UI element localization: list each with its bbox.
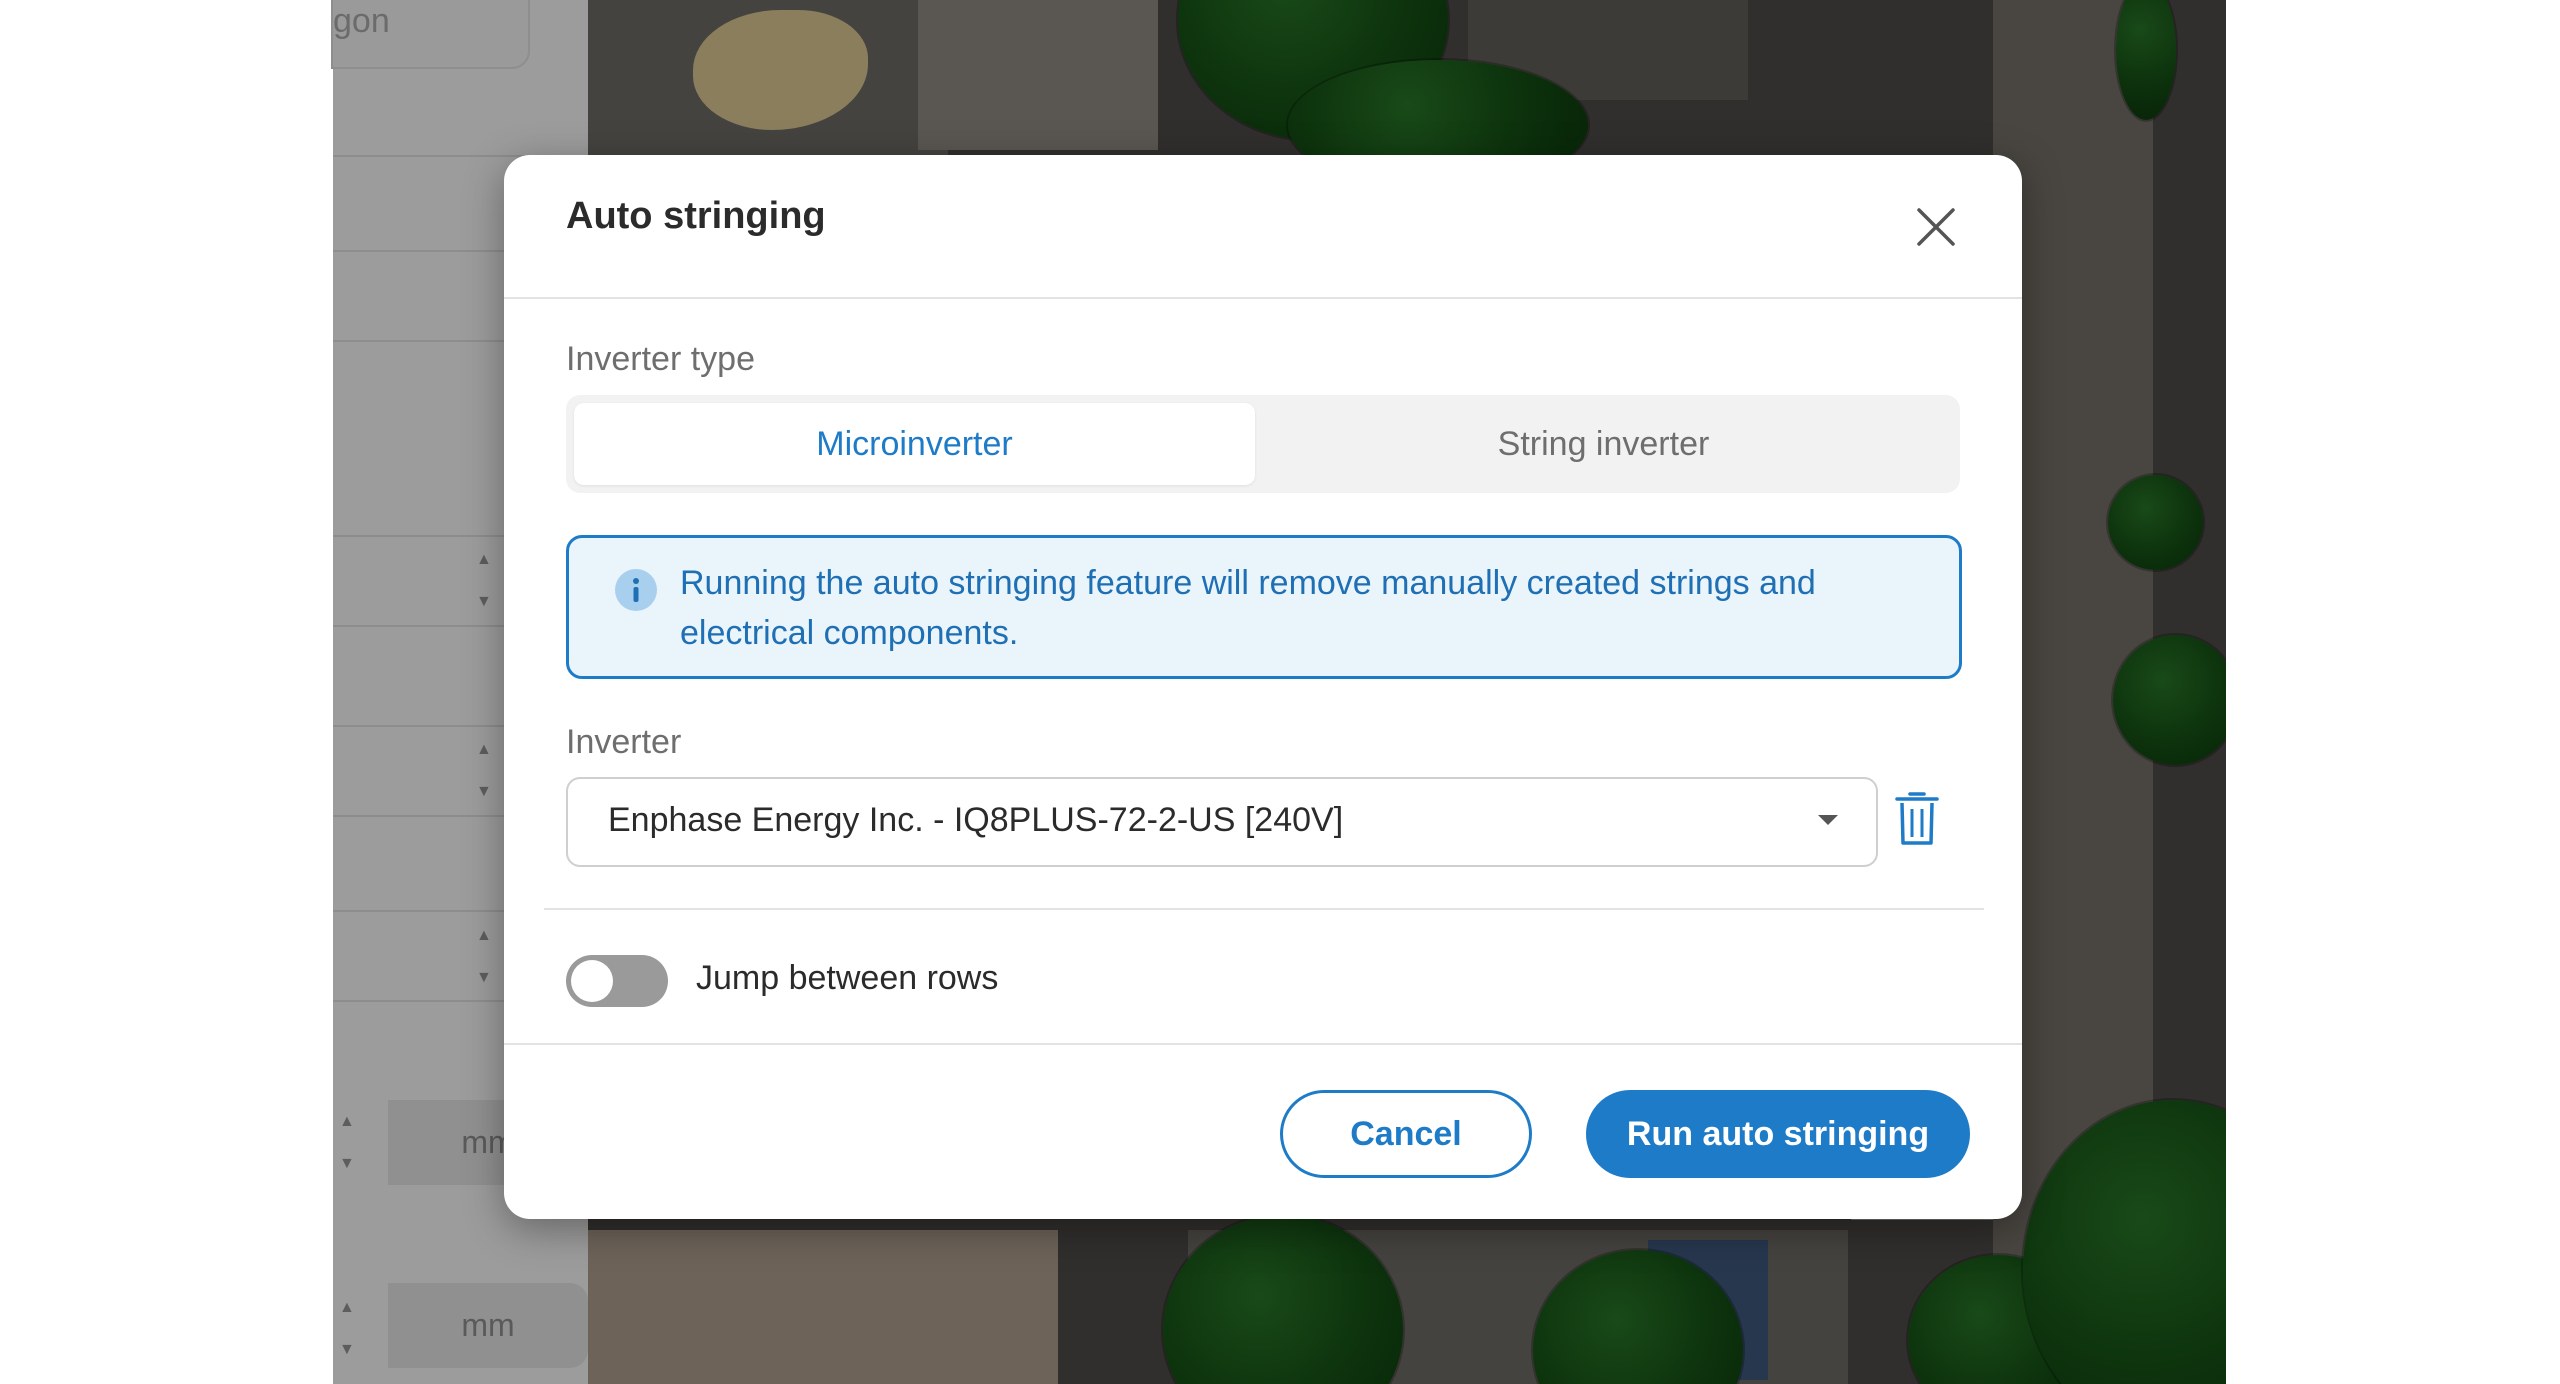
inverter-select[interactable]: Enphase Energy Inc. - IQ8PLUS-72-2-US [2… [566, 777, 1878, 867]
unit-label: mm [388, 1283, 588, 1368]
chevron-down-icon [1818, 815, 1838, 825]
app-viewport: gon ▲ ▼ ▲ ▼ ▲ ▼ ▲ ▼ mm ▲ ▼ mm Auto strin… [0, 0, 2560, 1384]
tree-marker[interactable] [2113, 635, 2226, 765]
stepper-up-icon[interactable]: ▲ [476, 552, 492, 568]
inverter-select-value: Enphase Energy Inc. - IQ8PLUS-72-2-US [2… [608, 801, 1344, 839]
stepper-up-icon[interactable]: ▲ [476, 742, 492, 758]
panel-partial-label: gon [333, 2, 390, 40]
section-divider [544, 908, 1984, 910]
jump-between-rows-toggle[interactable] [566, 955, 668, 1007]
stepper-down-icon[interactable]: ▼ [339, 1342, 355, 1358]
delete-inverter-button[interactable] [1894, 791, 1940, 847]
close-icon [1917, 208, 1955, 246]
jump-between-rows-label: Jump between rows [696, 959, 999, 997]
tab-string-inverter[interactable]: String inverter [1263, 403, 1944, 485]
tree-marker[interactable] [2116, 0, 2176, 120]
inverter-label: Inverter [566, 723, 682, 761]
toggle-knob [571, 960, 613, 1002]
run-auto-stringing-button[interactable]: Run auto stringing [1586, 1090, 1970, 1178]
roof [918, 0, 1158, 150]
cancel-button[interactable]: Cancel [1280, 1090, 1532, 1178]
info-icon [615, 569, 657, 611]
stepper-down-icon[interactable]: ▼ [476, 784, 492, 800]
trash-icon [1895, 792, 1939, 845]
roof [588, 1230, 1058, 1384]
dialog-title: Auto stringing [566, 195, 826, 237]
stepper-up-icon[interactable]: ▲ [476, 928, 492, 944]
stepper-down-icon[interactable]: ▼ [476, 594, 492, 610]
auto-stringing-dialog: Auto stringing Inverter type Microinvert… [504, 155, 2022, 1219]
stepper-up-icon[interactable]: ▲ [339, 1300, 355, 1316]
inverter-type-label: Inverter type [566, 340, 755, 378]
stepper-down-icon[interactable]: ▼ [339, 1156, 355, 1172]
stepper-up-icon[interactable]: ▲ [339, 1114, 355, 1130]
close-button[interactable] [1906, 197, 1966, 257]
inverter-type-toggle: Microinverter String inverter [566, 395, 1960, 493]
tree-marker[interactable] [2108, 475, 2203, 570]
footer-divider [504, 1043, 2022, 1045]
stepper-down-icon[interactable]: ▼ [476, 970, 492, 986]
info-banner: Running the auto stringing feature will … [566, 535, 1962, 679]
dialog-header: Auto stringing [504, 155, 2022, 299]
info-message: Running the auto stringing feature will … [680, 564, 1816, 652]
tab-microinverter[interactable]: Microinverter [574, 403, 1255, 485]
